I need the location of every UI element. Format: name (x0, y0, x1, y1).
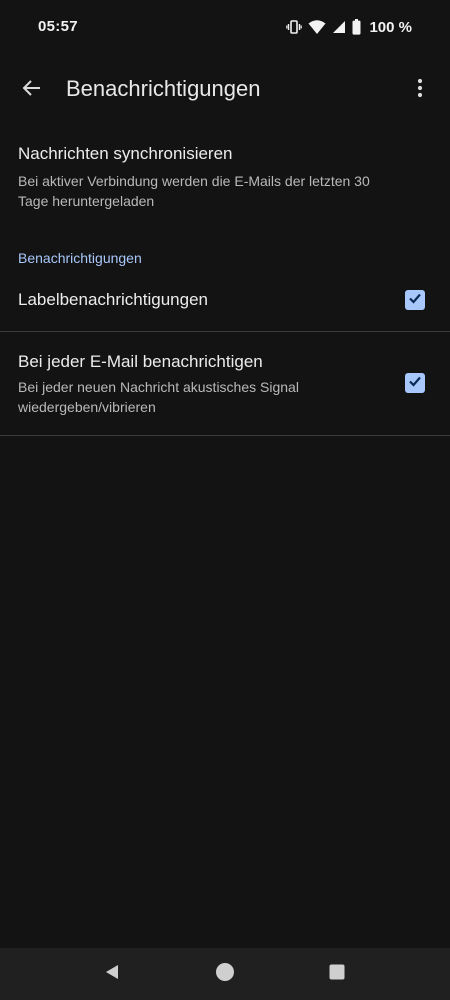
every-email-notification-setting[interactable]: Bei jeder E-Mail benachrichtigen Bei jed… (0, 332, 450, 435)
more-options-button[interactable] (402, 72, 438, 108)
back-triangle-icon (103, 963, 121, 986)
vibrate-icon (286, 19, 303, 35)
back-button[interactable] (14, 72, 50, 108)
system-navigation-bar (0, 948, 450, 1000)
nav-back-button[interactable] (100, 962, 124, 986)
status-bar: 05:57 100 % (0, 0, 450, 56)
every-email-notification-checkbox[interactable] (405, 373, 425, 393)
status-icons: 100 % (286, 17, 412, 37)
battery-percentage: 100 % (369, 18, 412, 36)
more-vert-icon (417, 78, 423, 103)
app-bar: Benachrichtigungen (0, 60, 450, 120)
home-circle-icon (215, 962, 235, 987)
label-notifications-checkbox[interactable] (405, 290, 425, 310)
divider (0, 435, 450, 436)
wifi-icon (308, 19, 326, 35)
nav-home-button[interactable] (213, 962, 237, 986)
status-time: 05:57 (38, 18, 78, 35)
recents-square-icon (328, 963, 346, 986)
label-notifications-setting[interactable]: Labelbenachrichtigungen (0, 274, 450, 331)
sync-messages-title: Nachrichten synchronisieren (18, 144, 233, 163)
check-icon (408, 374, 422, 393)
battery-icon (352, 19, 361, 35)
cellular-signal-icon (332, 20, 346, 34)
section-header-notifications: Benachrichtigungen (18, 250, 142, 266)
page-title: Benachrichtigungen (66, 76, 261, 101)
arrow-left-icon (21, 77, 43, 104)
nav-recents-button[interactable] (325, 962, 349, 986)
check-icon (408, 291, 422, 310)
label-notifications-title: Labelbenachrichtigungen (18, 290, 208, 309)
every-email-notification-title: Bei jeder E-Mail benachrichtigen (18, 352, 263, 371)
sync-messages-setting[interactable]: Nachrichten synchronisieren Bei aktiver … (0, 128, 450, 224)
sync-messages-summary: Bei aktiver Verbindung werden die E-Mail… (18, 173, 370, 209)
every-email-notification-summary: Bei jeder neuen Nachricht akustisches Si… (18, 379, 299, 415)
